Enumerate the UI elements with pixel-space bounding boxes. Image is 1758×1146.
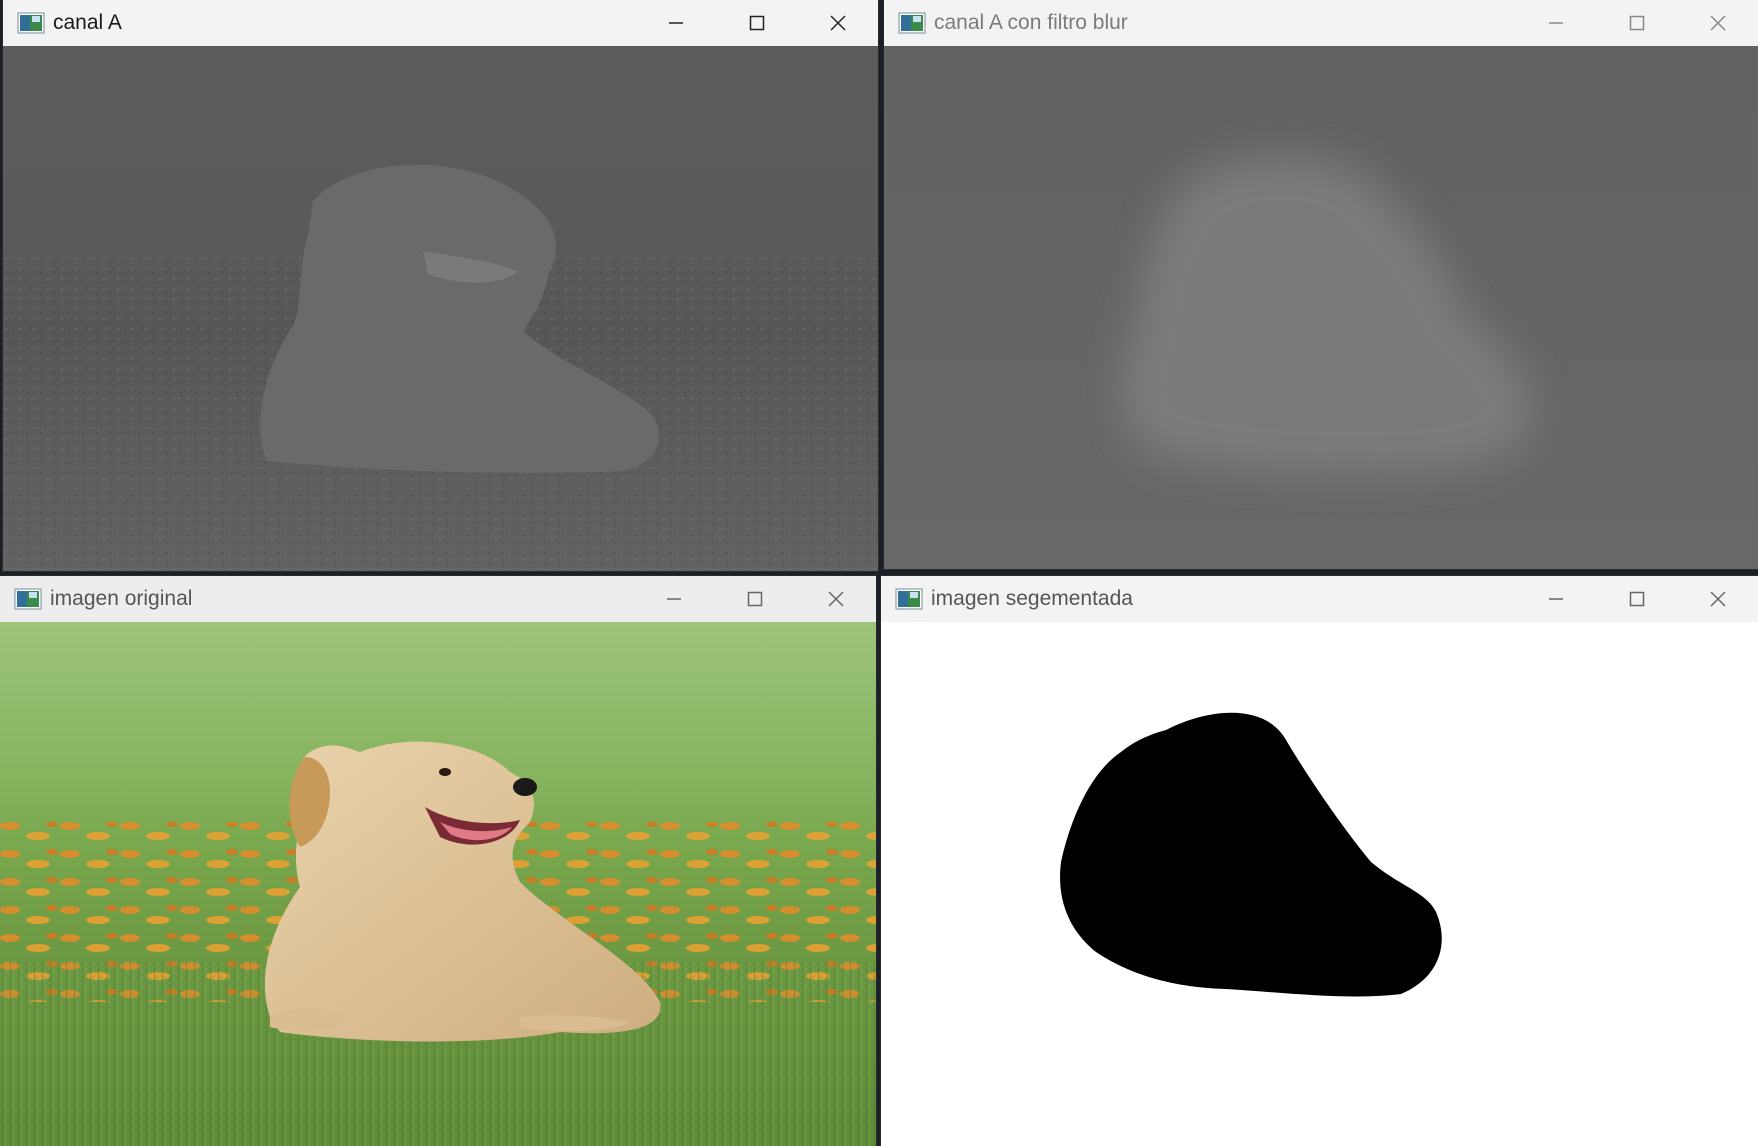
app-image-icon (14, 588, 42, 610)
close-button[interactable] (795, 576, 876, 622)
minimize-icon (666, 598, 681, 600)
close-icon (829, 15, 846, 31)
minimize-button[interactable] (635, 0, 716, 46)
titlebar[interactable]: imagen original (0, 576, 876, 622)
window-imagen-segmentada[interactable]: imagen segementada (881, 576, 1758, 1146)
minimize-button[interactable] (633, 576, 714, 622)
window-title: canal A (53, 11, 122, 34)
maximize-button[interactable] (714, 576, 795, 622)
app-image-icon (895, 588, 923, 610)
window-canal-a-blur[interactable]: canal A con filtro blur (884, 0, 1758, 569)
close-icon (827, 591, 844, 607)
canal-a-blur-image (884, 46, 1758, 569)
original-image (0, 622, 876, 1146)
window-canal-a[interactable]: canal A (3, 0, 878, 571)
app-image-icon (898, 12, 926, 34)
maximize-button[interactable] (1596, 576, 1677, 622)
maximize-button[interactable] (716, 0, 797, 46)
maximize-icon (749, 15, 764, 31)
close-button[interactable] (1677, 0, 1758, 46)
close-button[interactable] (1677, 576, 1758, 622)
window-imagen-original[interactable]: imagen original (0, 576, 876, 1146)
maximize-button[interactable] (1596, 0, 1677, 46)
minimize-button[interactable] (1515, 0, 1596, 46)
app-image-icon (17, 12, 45, 34)
minimize-icon (1548, 598, 1563, 600)
minimize-icon (668, 22, 683, 24)
close-icon (1709, 15, 1726, 31)
maximize-icon (747, 591, 762, 607)
maximize-icon (1629, 591, 1644, 607)
titlebar[interactable]: imagen segementada (881, 576, 1758, 622)
maximize-icon (1629, 15, 1644, 31)
minimize-icon (1548, 22, 1563, 24)
window-title: imagen segementada (931, 587, 1133, 610)
segmented-image (881, 622, 1758, 1146)
minimize-button[interactable] (1515, 576, 1596, 622)
close-button[interactable] (797, 0, 878, 46)
close-icon (1709, 591, 1726, 607)
titlebar[interactable]: canal A con filtro blur (884, 0, 1758, 46)
titlebar[interactable]: canal A (3, 0, 878, 46)
window-title: imagen original (50, 587, 193, 610)
window-title: canal A con filtro blur (934, 11, 1128, 34)
canal-a-image (3, 46, 878, 571)
